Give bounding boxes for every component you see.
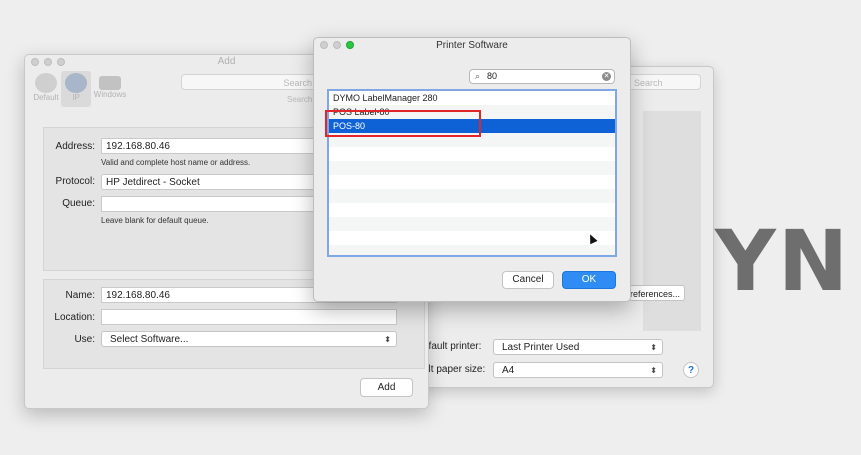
toolbar-ip-label: IP — [72, 93, 80, 102]
address-label: Address: — [55, 141, 95, 152]
default-printer-label: efault printer: — [423, 341, 482, 352]
windows-printer-icon — [99, 76, 121, 90]
empty-row — [329, 231, 615, 245]
printer-software-dialog: Printer Software ⌕ 80 ✕ DYMO LabelManage… — [313, 37, 631, 302]
toolbar-default-label: Default — [33, 93, 59, 102]
ok-button[interactable]: OK — [562, 271, 616, 289]
clear-search-icon[interactable]: ✕ — [602, 72, 611, 81]
empty-row — [329, 175, 615, 189]
toolbar-ip[interactable]: IP — [61, 71, 91, 107]
popup-arrows-icon: ⬍ — [650, 343, 657, 352]
toolbar-search-field[interactable]: Search — [181, 74, 319, 90]
empty-row — [329, 203, 615, 217]
toolbar-windows[interactable]: Windows — [91, 71, 129, 107]
cancel-button[interactable]: Cancel — [502, 271, 554, 289]
empty-row — [329, 147, 615, 161]
use-popup[interactable]: Select Software... ⬍ — [101, 331, 397, 347]
empty-row — [329, 161, 615, 175]
globe-icon — [65, 73, 87, 93]
highlight-box — [325, 110, 481, 137]
preferences-button[interactable]: references... — [629, 285, 685, 301]
queue-label: Queue: — [62, 198, 95, 209]
toolbar-windows-label: Windows — [93, 90, 127, 99]
protocol-label: Protocol: — [55, 176, 95, 187]
use-value: Select Software... — [110, 334, 189, 345]
dialog-title: Printer Software — [436, 40, 508, 51]
location-field[interactable] — [101, 309, 397, 325]
paper-size-popup[interactable]: A4 ⬍ — [493, 362, 663, 378]
empty-row — [329, 245, 615, 255]
name-label: Name: — [65, 290, 95, 301]
location-label: Location: — [54, 312, 95, 323]
paper-size-label: ult paper size: — [423, 364, 486, 375]
use-label: Use: — [74, 334, 95, 345]
dialog-title-bar: Printer Software — [314, 38, 630, 52]
software-search-field[interactable]: ⌕ 80 ✕ — [469, 69, 615, 84]
popup-arrows-icon: ⬍ — [650, 366, 657, 375]
default-printer-value: Last Printer Used — [502, 342, 580, 353]
list-item[interactable]: DYMO LabelManager 280 — [329, 91, 615, 105]
queue-hint: Leave blank for default queue. — [101, 216, 209, 225]
search-value: 80 — [487, 71, 498, 81]
popup-arrows-icon: ⬍ — [384, 335, 391, 344]
search-icon: ⌕ — [475, 71, 481, 81]
default-printer-popup[interactable]: Last Printer Used ⬍ — [493, 339, 663, 355]
prefs-search-field[interactable]: Search — [627, 74, 701, 90]
empty-row — [329, 189, 615, 203]
empty-row — [329, 217, 615, 231]
add-button[interactable]: Add — [360, 378, 413, 397]
address-hint: Valid and complete host name or address. — [101, 158, 251, 167]
toolbar-search-label: Search — [287, 95, 313, 104]
paper-size-value: A4 — [502, 365, 515, 376]
toolbar-default[interactable]: Default — [31, 71, 61, 107]
default-printer-icon — [35, 73, 57, 93]
background-brand-text: YN — [715, 212, 851, 310]
help-button[interactable]: ? — [683, 362, 699, 378]
toolbar: Default IP Windows — [31, 71, 129, 107]
